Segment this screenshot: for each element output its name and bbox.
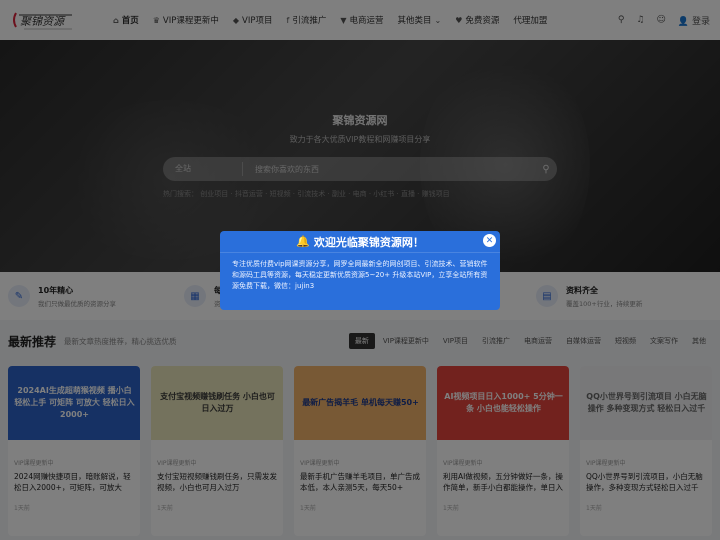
close-icon[interactable]: ✕: [483, 234, 496, 247]
welcome-modal: 🔔 欢迎光临聚锦资源网！ ✕ 专注优质付费vip网课资源分享，网罗全网最新全的网…: [220, 231, 500, 310]
welcome-modal-body: 专注优质付费vip网课资源分享，网罗全网最新全的网创项目、引流技术、营销软件和源…: [232, 260, 488, 290]
bell-icon: 🔔: [296, 235, 310, 248]
welcome-modal-title: 欢迎光临聚锦资源网！: [313, 235, 424, 249]
welcome-modal-header: 🔔 欢迎光临聚锦资源网！: [220, 231, 500, 253]
